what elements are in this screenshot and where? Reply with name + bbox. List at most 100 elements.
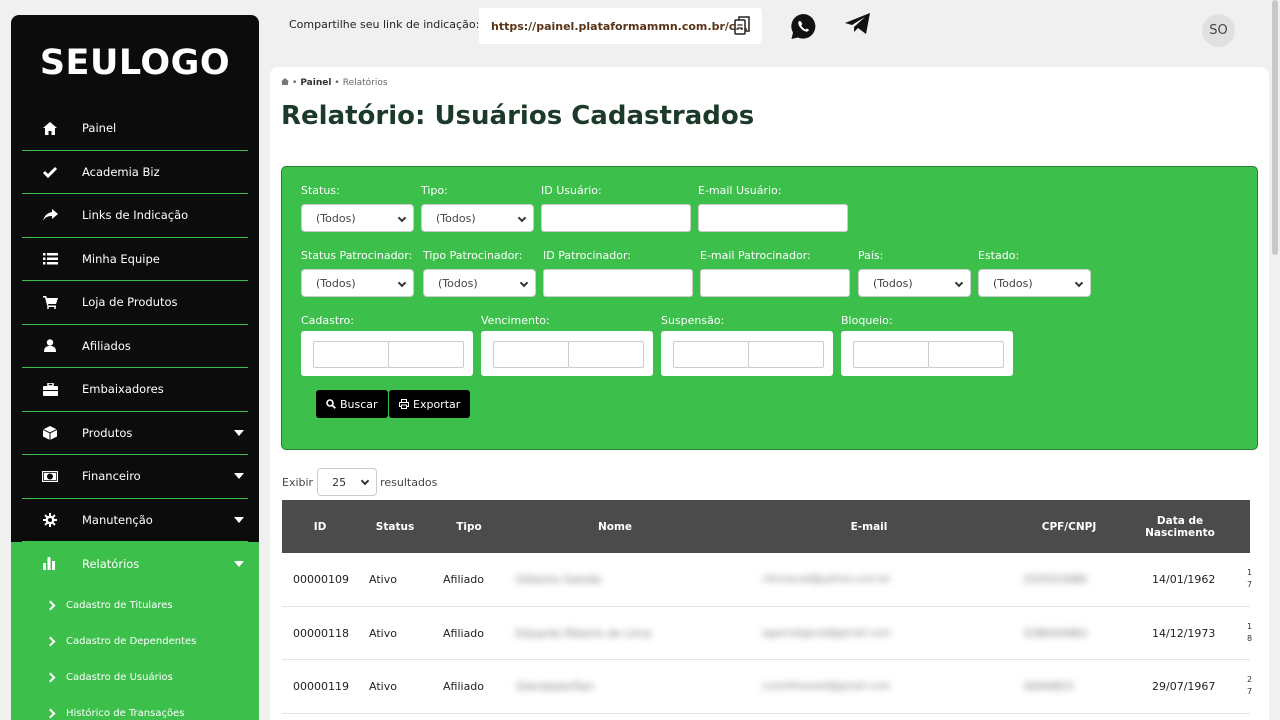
cell-nascimento: 14/12/1973 — [1152, 626, 1216, 640]
sidebar-item-links[interactable]: Links de Indicação — [22, 194, 248, 238]
submenu-item-titulares[interactable]: Cadastro de Titulares — [11, 588, 259, 624]
page-size-select[interactable]: 25 — [317, 468, 378, 496]
page-scrollbar[interactable] — [1272, 0, 1278, 255]
buscar-button[interactable]: Buscar — [316, 390, 388, 418]
cell-overflow: 1 8 — [1247, 621, 1253, 643]
column-header-tipo[interactable]: Tipo — [432, 500, 506, 553]
cell-cpf: 038044983 — [1024, 626, 1087, 640]
column-header-nome[interactable]: Nome — [506, 500, 724, 553]
cell-id: 00000109 — [293, 573, 349, 586]
home-icon[interactable] — [281, 78, 289, 88]
sidebar-item-relatorios[interactable]: Relatórios — [11, 542, 259, 586]
vencimento-to-input[interactable] — [568, 341, 644, 368]
breadcrumb-home[interactable]: Painel — [300, 78, 331, 88]
suspensao-to-input[interactable] — [748, 341, 824, 368]
table-row[interactable]: 00000119 Ativo Afiliado Glendadorflan cu… — [282, 660, 1252, 714]
sidebar-item-academia[interactable]: Academia Biz — [22, 151, 248, 194]
submenu-item-usuarios[interactable]: Cadastro de Usuários — [11, 660, 259, 696]
sidebar-item-loja[interactable]: Loja de Produtos — [22, 281, 248, 325]
submenu-item-dependentes[interactable]: Cadastro de Dependentes — [11, 624, 259, 660]
cadastro-from-input[interactable] — [313, 341, 389, 368]
sidebar-item-equipe[interactable]: Minha Equipe — [22, 238, 248, 281]
cell-id: 00000118 — [293, 626, 349, 640]
column-header-status[interactable]: Status — [358, 500, 432, 553]
id-usuario-input[interactable] — [541, 204, 691, 232]
bar-chart-icon — [42, 556, 58, 572]
telegram-icon[interactable] — [845, 13, 871, 39]
sidebar-item-embaixadores[interactable]: Embaixadores — [22, 368, 248, 412]
vencimento-from-input[interactable] — [493, 341, 569, 368]
chevron-down-icon — [397, 213, 407, 223]
sidebar: SEULOGO Painel Academia Biz Links de Ind… — [11, 15, 259, 720]
user-icon — [42, 338, 58, 354]
breadcrumb-current: Relatórios — [342, 78, 388, 88]
chevron-down-icon — [397, 278, 407, 288]
referral-url[interactable]: https://painel.plataformammn.com.br/c... — [491, 20, 748, 33]
table-row[interactable]: 00000118 Ativo Afiliado Eduardo Ribeiro … — [282, 607, 1253, 660]
suspensao-label: Suspensão: — [661, 314, 725, 327]
tipo-label: Tipo: — [421, 184, 448, 197]
sidebar-item-label: Financeiro — [82, 469, 141, 484]
cell-id: 00000119 — [293, 680, 349, 693]
bloqueio-from-input[interactable] — [853, 341, 929, 368]
id-patrocinador-label: ID Patrocinador: — [543, 249, 631, 262]
cadastro-range — [301, 331, 473, 376]
sidebar-item-label: Minha Equipe — [82, 251, 160, 266]
chevron-right-icon — [45, 600, 56, 611]
logo[interactable]: SEULOGO — [11, 15, 259, 107]
chevron-right-icon — [45, 636, 56, 647]
email-patrocinador-label: E-mail Patrocinador: — [700, 249, 811, 262]
breadcrumb-separator: • — [292, 78, 298, 88]
cell-nascimento: 14/01/1962 — [1152, 573, 1216, 586]
column-header-email[interactable]: E-mail — [724, 500, 1014, 553]
cell-status: Ativo — [369, 626, 397, 640]
estado-label: Estado: — [978, 249, 1020, 262]
cart-icon — [42, 294, 58, 310]
bloqueio-label: Bloqueio: — [841, 314, 893, 327]
estado-select[interactable]: (Todos) — [978, 269, 1091, 297]
pais-label: País: — [858, 249, 884, 262]
copy-icon[interactable] — [734, 16, 750, 40]
cell-nome: Glendadorflan — [516, 680, 594, 693]
submenu-item-transacoes[interactable]: Histórico de Transações — [11, 696, 259, 720]
bloqueio-to-input[interactable] — [928, 341, 1004, 368]
suspensao-from-input[interactable] — [673, 341, 749, 368]
results-label: resultados — [380, 475, 438, 489]
whatsapp-icon[interactable] — [790, 13, 817, 44]
printer-icon — [399, 399, 409, 409]
status-label: Status: — [301, 184, 340, 197]
tipo-patrocinador-select[interactable]: (Todos) — [423, 269, 536, 297]
cell-tipo: Afiliado — [443, 680, 485, 693]
status-patrocinador-select[interactable]: (Todos) — [301, 269, 414, 297]
cell-status: Ativo — [369, 680, 397, 693]
email-usuario-label: E-mail Usuário: — [698, 184, 782, 197]
pais-select[interactable]: (Todos) — [858, 269, 971, 297]
bloqueio-range — [841, 331, 1013, 376]
tipo-patrocinador-label: Tipo Patrocinador: — [423, 249, 523, 262]
submenu-relatorios: Cadastro de Titulares Cadastro de Depend… — [11, 585, 259, 720]
briefcase-icon — [42, 381, 58, 397]
column-header-cpf[interactable]: CPF/CNPJ — [1014, 500, 1124, 553]
column-header-nascimento[interactable]: Data de Nascimento — [1124, 500, 1236, 553]
check-icon — [42, 164, 58, 180]
page-title: Relatório: Usuários Cadastrados — [281, 101, 755, 131]
email-usuario-input[interactable] — [698, 204, 848, 232]
cadastro-to-input[interactable] — [388, 341, 464, 368]
sidebar-item-manutencao[interactable]: Manutenção — [22, 499, 248, 542]
sidebar-item-painel[interactable]: Painel — [22, 107, 248, 151]
exportar-button[interactable]: Exportar — [389, 390, 471, 418]
status-select[interactable]: (Todos) — [301, 204, 414, 232]
id-patrocinador-input[interactable] — [543, 269, 693, 297]
table-header: ID Status Tipo Nome E-mail CPF/CNPJ Data… — [282, 500, 1250, 553]
tipo-select[interactable]: (Todos) — [421, 204, 534, 232]
sidebar-item-label: Painel — [82, 121, 117, 136]
avatar[interactable]: SO — [1202, 14, 1235, 47]
sidebar-item-afiliados[interactable]: Afiliados — [22, 325, 248, 368]
sidebar-item-produtos[interactable]: Produtos — [22, 412, 248, 455]
email-patrocinador-input[interactable] — [700, 269, 850, 297]
column-header-id[interactable]: ID — [282, 500, 358, 553]
sidebar-item-financeiro[interactable]: Financeiro — [22, 455, 248, 499]
users-table: ID Status Tipo Nome E-mail CPF/CNPJ Data… — [282, 500, 1253, 714]
table-row[interactable]: 00000109 Ativo Afiliado Gilberto Galvão … — [282, 553, 1252, 607]
referral-link-box[interactable]: https://painel.plataformammn.com.br/c... — [479, 8, 762, 44]
